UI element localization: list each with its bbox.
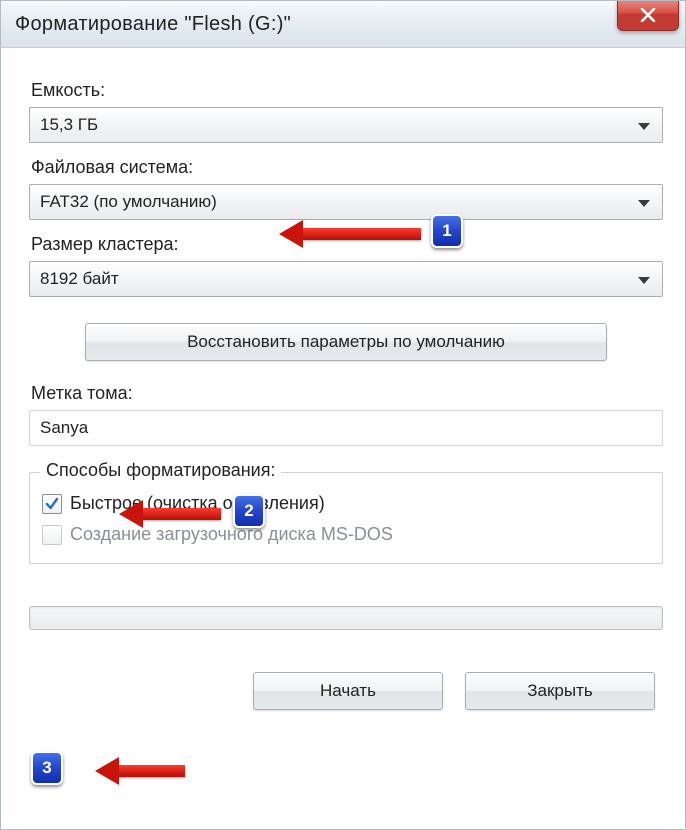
progress-bar	[29, 606, 663, 630]
quick-format-row[interactable]: Быстрое (очистка оглавления)	[42, 493, 650, 514]
volume-input[interactable]: Sanya	[29, 410, 663, 446]
filesystem-value: FAT32 (по умолчанию)	[40, 192, 217, 212]
annotation-badge-3: 3	[31, 751, 63, 785]
volume-value: Sanya	[40, 418, 88, 438]
close-icon	[640, 8, 656, 22]
dialog-body: Емкость: 15,3 ГБ Файловая система: FAT32…	[1, 48, 685, 728]
arrow-icon	[117, 765, 185, 777]
volume-label: Метка тома:	[31, 383, 663, 404]
format-options-group: Способы форматирования: Быстрое (очистка…	[29, 472, 663, 564]
start-button[interactable]: Начать	[253, 672, 443, 710]
restore-defaults-button[interactable]: Восстановить параметры по умолчанию	[85, 323, 607, 361]
capacity-value: 15,3 ГБ	[40, 115, 98, 135]
close-window-button[interactable]	[617, 0, 679, 31]
filesystem-label: Файловая система:	[31, 157, 663, 178]
restore-defaults-label: Восстановить параметры по умолчанию	[187, 332, 505, 352]
cluster-label: Размер кластера:	[31, 234, 663, 255]
capacity-select[interactable]: 15,3 ГБ	[29, 107, 663, 143]
close-button-label: Закрыть	[527, 681, 592, 701]
msdos-boot-row: Создание загрузочного диска MS-DOS	[42, 524, 650, 545]
msdos-boot-label: Создание загрузочного диска MS-DOS	[70, 524, 393, 545]
quick-format-checkbox[interactable]	[42, 494, 62, 514]
cluster-select[interactable]: 8192 байт	[29, 261, 663, 297]
titlebar: Форматирование "Flesh (G:)"	[1, 1, 685, 48]
capacity-label: Емкость:	[31, 80, 663, 101]
checkmark-icon	[45, 497, 59, 511]
format-options-title: Способы форматирования:	[40, 460, 281, 481]
filesystem-select[interactable]: FAT32 (по умолчанию)	[29, 184, 663, 220]
quick-format-label: Быстрое (очистка оглавления)	[70, 493, 325, 514]
start-button-label: Начать	[320, 681, 376, 701]
format-dialog: Форматирование "Flesh (G:)" Емкость: 15,…	[0, 0, 686, 830]
close-button[interactable]: Закрыть	[465, 672, 655, 710]
cluster-value: 8192 байт	[40, 269, 119, 289]
msdos-boot-checkbox	[42, 525, 62, 545]
window-title: Форматирование "Flesh (G:)"	[15, 13, 291, 36]
